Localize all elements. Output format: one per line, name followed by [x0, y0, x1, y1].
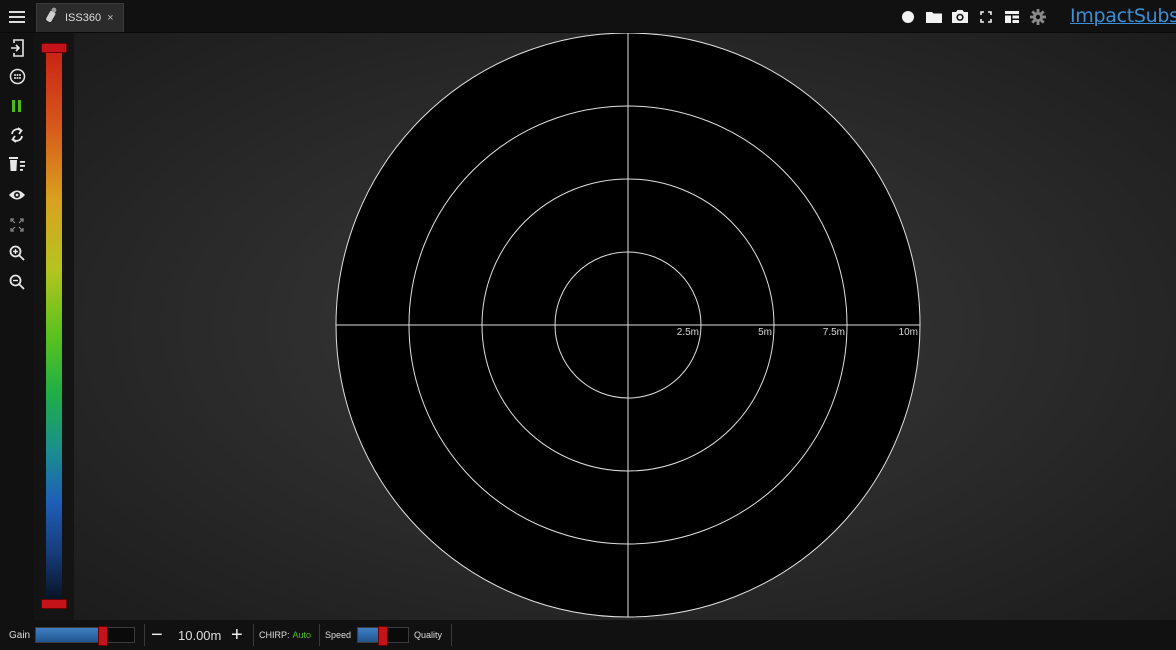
gain-label: Gain	[9, 629, 31, 641]
divider	[144, 624, 145, 646]
gain-slider-thumb[interactable]	[98, 626, 108, 646]
divider	[451, 624, 452, 646]
sonar-view[interactable]: 2.5m 5m 7.5m 10m	[74, 33, 1176, 620]
range-ring-label: 10m	[899, 327, 918, 338]
color-scale	[34, 33, 74, 620]
scale-min-handle[interactable]	[41, 599, 67, 609]
eye-icon[interactable]	[5, 183, 29, 207]
layout-icon[interactable]	[999, 0, 1025, 33]
zoom-in-icon[interactable]	[5, 241, 29, 265]
sonar-device-icon	[43, 7, 59, 30]
fit-icon[interactable]	[5, 213, 29, 237]
sonar-display: 2.5m 5m 7.5m 10m	[335, 33, 921, 618]
top-bar: ISS360 × ImpactSubsea	[0, 0, 1176, 33]
brand-name: ImpactSubsea	[1070, 5, 1176, 27]
divider	[253, 624, 254, 646]
clear-icon[interactable]	[5, 152, 29, 176]
tab-iss360[interactable]: ISS360 ×	[36, 3, 124, 32]
folder-icon[interactable]	[921, 0, 947, 33]
range-ring-label: 5m	[758, 327, 772, 338]
pause-icon[interactable]	[5, 94, 29, 118]
sonar-head-icon[interactable]	[5, 64, 29, 88]
range-increase-button[interactable]: +	[231, 620, 243, 650]
scale-max-handle[interactable]	[41, 43, 67, 53]
gain-slider-fill	[36, 628, 103, 642]
speed-quality-slider[interactable]	[357, 626, 409, 646]
divider	[319, 624, 320, 646]
gain-slider[interactable]	[35, 626, 135, 646]
top-actions	[895, 0, 1051, 33]
chirp-label: CHIRP:	[259, 630, 290, 640]
gear-icon[interactable]	[1025, 0, 1051, 33]
speed-quality-slider-thumb[interactable]	[378, 626, 388, 646]
chirp-control[interactable]: CHIRP: Auto	[259, 620, 311, 650]
quality-label: Quality	[414, 630, 443, 640]
chirp-value: Auto	[292, 630, 312, 640]
camera-icon[interactable]	[947, 0, 973, 33]
zoom-out-icon[interactable]	[5, 270, 29, 294]
record-icon[interactable]	[895, 0, 921, 33]
speed-label: Speed	[325, 630, 352, 640]
range-value: 10.00m	[178, 627, 222, 643]
range-decrease-button[interactable]: −	[151, 620, 163, 650]
connect-icon[interactable]	[5, 36, 29, 60]
left-toolbar	[0, 33, 34, 620]
color-scale-bar	[46, 43, 62, 609]
tab-label: ISS360	[65, 12, 102, 24]
fullscreen-icon[interactable]	[973, 0, 999, 33]
tab-close-icon[interactable]: ×	[107, 12, 113, 24]
range-ring-label: 2.5m	[677, 327, 699, 338]
menu-icon[interactable]	[0, 0, 34, 33]
bottom-bar: Gain − 10.00m + CHIRP: Auto Speed Qualit…	[0, 620, 1176, 650]
brand-logo: ImpactSubsea	[1070, 5, 1176, 29]
rotate-icon[interactable]	[5, 123, 29, 147]
range-ring-label: 7.5m	[823, 327, 845, 338]
